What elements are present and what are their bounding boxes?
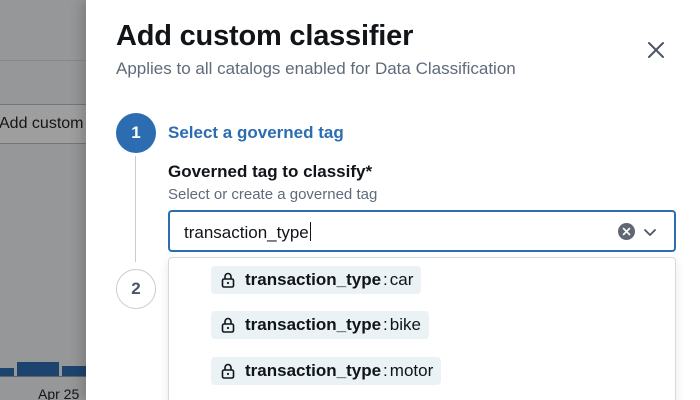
governed-tag-input-value: transaction_type [184,223,309,242]
option-tag-value: bike [389,315,421,334]
governed-tag-input[interactable]: transaction_type [184,222,311,243]
tag-option[interactable]: transaction_type : motor [211,357,442,385]
clear-button[interactable] [618,223,635,240]
dropdown-toggle-button[interactable] [640,222,660,242]
lock-icon [221,317,235,333]
lock-icon [221,363,235,379]
option-tag-value: motor [389,361,434,380]
governed-tag-label: Governed tag to classify* [168,162,373,181]
option-separator: : [383,361,388,380]
option-tag-value: car [389,270,414,289]
close-button[interactable] [640,34,672,66]
drawer-title: Add custom classifier [116,20,414,52]
close-icon [648,42,664,58]
step-1-label: Select a governed tag [168,123,344,142]
option-separator: : [383,315,388,334]
lock-icon [221,272,235,288]
add-classifier-drawer: Add custom classifier Applies to all cat… [86,0,700,400]
option-separator: : [383,270,388,289]
drawer-subtitle: Applies to all catalogs enabled for Data… [116,59,516,78]
option-tag-key: transaction_type [245,270,382,289]
governed-tag-combobox[interactable]: transaction_type [168,210,676,252]
tag-options-dropdown: transaction_type : car transaction_type … [168,257,676,400]
option-tag-key: transaction_type [245,361,382,380]
step-1-indicator: 1 [116,113,156,153]
text-caret [309,222,311,241]
option-tag-key: transaction_type [245,315,382,334]
step-2-indicator: 2 [116,269,156,309]
chevron-down-icon [644,228,656,236]
step-connector [135,156,136,262]
governed-tag-hint: Select or create a governed tag [168,186,378,203]
clear-icon [622,227,631,236]
modal-overlay[interactable] [0,0,86,400]
tag-option[interactable]: transaction_type : bike [211,311,429,339]
tag-option[interactable]: transaction_type : car [211,266,422,294]
